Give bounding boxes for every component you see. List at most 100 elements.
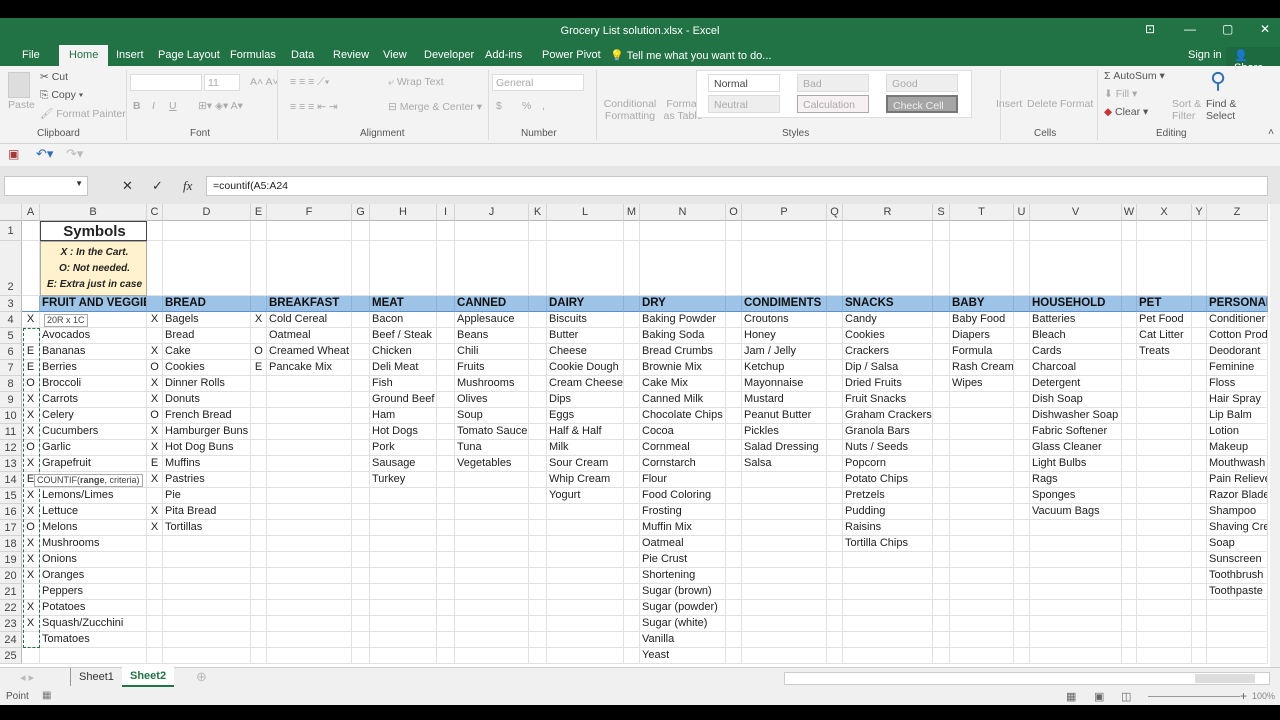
item-dry[interactable]: Baking Powder [640,312,726,328]
cell[interactable] [1137,632,1192,648]
cell[interactable] [437,632,455,648]
cell[interactable] [547,221,624,241]
item-fruit-and-veggies[interactable]: Mushrooms [40,536,147,552]
status-mark[interactable]: E [22,360,40,376]
row-header-7[interactable]: 7 [0,360,22,376]
item-dry[interactable]: Muffin Mix [640,520,726,536]
cell[interactable] [547,600,624,616]
cell[interactable] [843,600,933,616]
item-baby[interactable]: Rash Cream [950,360,1014,376]
cell[interactable] [950,456,1014,472]
cell[interactable] [437,552,455,568]
cell[interactable] [1137,488,1192,504]
cell[interactable] [742,648,827,664]
cell[interactable] [624,408,640,424]
cell[interactable] [933,504,950,520]
cell[interactable] [147,328,163,344]
item-canned[interactable]: Tuna [455,440,529,456]
cell[interactable] [352,520,370,536]
cell[interactable] [352,616,370,632]
cell[interactable] [742,600,827,616]
cell[interactable] [40,648,147,664]
close-button[interactable]: ✕ [1260,22,1270,36]
item-snacks[interactable]: Pretzels [843,488,933,504]
conditional-formatting-button[interactable]: Conditional Formatting [602,98,658,122]
item-dry[interactable]: Baking Soda [640,328,726,344]
cell[interactable] [370,648,437,664]
cell[interactable] [1030,536,1122,552]
column-header-K[interactable]: K [529,204,547,221]
cell[interactable] [1137,552,1192,568]
cell[interactable] [251,568,267,584]
cell[interactable] [624,472,640,488]
cell[interactable] [1192,648,1207,664]
cell[interactable] [437,360,455,376]
cell[interactable] [437,456,455,472]
status-mark[interactable]: O [147,360,163,376]
cell[interactable] [950,600,1014,616]
cell[interactable] [267,616,352,632]
cell[interactable] [529,648,547,664]
cell[interactable] [1122,408,1137,424]
cell[interactable] [251,472,267,488]
cell[interactable] [933,552,950,568]
cell[interactable] [163,584,251,600]
cell[interactable] [22,241,40,296]
cell[interactable] [950,568,1014,584]
cell[interactable] [529,408,547,424]
tell-me-search[interactable]: 💡 Tell me what you want to do... [602,47,779,64]
cell[interactable] [726,221,742,241]
item-household[interactable]: Light Bulbs [1030,456,1122,472]
cell[interactable] [352,440,370,456]
cell[interactable] [827,408,843,424]
cell[interactable] [1192,472,1207,488]
vertical-scrollbar[interactable] [1270,204,1280,667]
sheet-tab-sheet2[interactable]: Sheet2 [122,667,175,687]
cell[interactable] [437,312,455,328]
cell[interactable] [1192,360,1207,376]
column-header-D[interactable]: D [163,204,251,221]
column-header-R[interactable]: R [843,204,933,221]
item-condiments[interactable]: Mustard [742,392,827,408]
cell[interactable] [1192,408,1207,424]
cell[interactable] [1014,584,1030,600]
cell[interactable] [1122,456,1137,472]
cell[interactable] [950,392,1014,408]
column-header-C[interactable]: C [147,204,163,221]
cancel-icon[interactable]: ✕ [122,178,133,194]
cell[interactable] [437,328,455,344]
cell[interactable] [843,552,933,568]
row-header-5[interactable]: 5 [0,328,22,344]
cell[interactable] [726,552,742,568]
column-header-Y[interactable]: Y [1192,204,1207,221]
item-dairy[interactable]: Eggs [547,408,624,424]
column-header-A[interactable]: A [22,204,40,221]
cell[interactable] [437,504,455,520]
style-calculation[interactable]: Calculation [797,95,869,113]
status-mark[interactable]: X [147,440,163,456]
item-snacks[interactable]: Dip / Salsa [843,360,933,376]
item-breakfast[interactable]: Oatmeal [267,328,352,344]
column-header-W[interactable]: W [1122,204,1137,221]
cell[interactable] [742,221,827,241]
item-personal[interactable]: Lip Balm [1207,408,1268,424]
status-mark[interactable]: O [22,440,40,456]
find-select-button[interactable]: Find & Select [1206,98,1244,122]
item-household[interactable]: Detergent [1030,376,1122,392]
cell[interactable] [370,632,437,648]
row-header-19[interactable]: 19 [0,552,22,568]
cell[interactable] [726,328,742,344]
cell[interactable] [624,344,640,360]
item-canned[interactable]: Vegetables [455,456,529,472]
cell[interactable] [370,584,437,600]
cell[interactable] [147,488,163,504]
cell[interactable] [827,488,843,504]
cell[interactable] [827,472,843,488]
status-mark[interactable]: E [22,344,40,360]
item-household[interactable]: Dish Soap [1030,392,1122,408]
item-baby[interactable]: Wipes [950,376,1014,392]
item-canned[interactable]: Olives [455,392,529,408]
cell[interactable] [352,584,370,600]
column-header-X[interactable]: X [1137,204,1192,221]
cell[interactable] [933,456,950,472]
